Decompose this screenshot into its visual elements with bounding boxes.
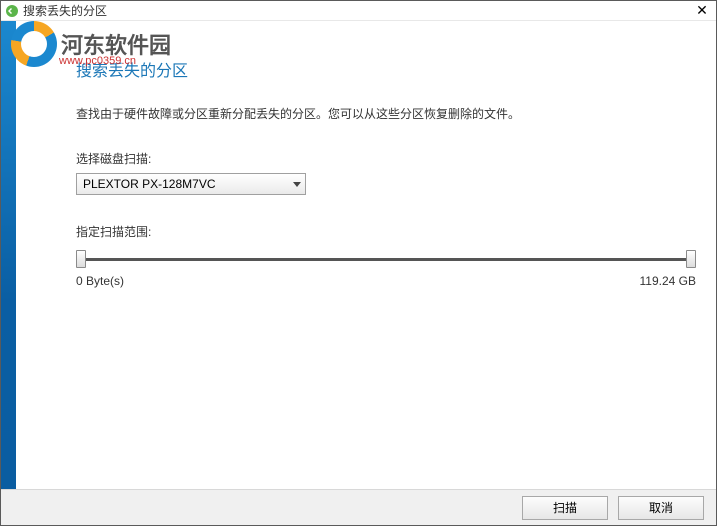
range-min: 0 Byte(s)	[76, 274, 124, 288]
scan-range-label: 指定扫描范围:	[76, 223, 696, 240]
dialog-footer: 扫描 取消	[1, 489, 716, 525]
range-max: 119.24 GB	[640, 274, 696, 288]
range-values: 0 Byte(s) 119.24 GB	[76, 274, 696, 288]
description-text: 查找由于硬件故障或分区重新分配丢失的分区。您可以从这些分区恢复删除的文件。	[76, 105, 696, 122]
disk-select-value: PLEXTOR PX-128M7VC	[83, 177, 216, 191]
cancel-button[interactable]: 取消	[618, 496, 704, 520]
close-button[interactable]: ✕	[692, 2, 712, 20]
close-icon: ✕	[696, 2, 708, 18]
disk-select-label: 选择磁盘扫描:	[76, 150, 696, 167]
slider-handle-end[interactable]	[686, 250, 696, 268]
disk-select[interactable]: PLEXTOR PX-128M7VC	[76, 173, 306, 195]
scan-range-slider[interactable]	[76, 250, 696, 270]
slider-track	[82, 258, 690, 261]
dialog-body: 河东软件园 www.pc0359.cn 搜索丢失的分区 查找由于硬件故障或分区重…	[1, 21, 716, 490]
content-area: 河东软件园 www.pc0359.cn 搜索丢失的分区 查找由于硬件故障或分区重…	[16, 21, 716, 490]
watermark-brand: 河东软件园	[61, 28, 171, 60]
app-icon	[5, 4, 19, 18]
watermark-logo-icon	[11, 21, 57, 67]
slider-handle-start[interactable]	[76, 250, 86, 268]
scan-button[interactable]: 扫描	[522, 496, 608, 520]
chevron-down-icon	[293, 182, 301, 187]
dialog-window: 搜索丢失的分区 ✕ 河东软件园 www.pc0359.cn 搜索丢失的分区 查找…	[0, 0, 717, 526]
window-title: 搜索丢失的分区	[23, 2, 692, 19]
page-title: 搜索丢失的分区	[76, 57, 696, 81]
sidebar-accent	[1, 21, 16, 490]
titlebar: 搜索丢失的分区 ✕	[1, 1, 716, 21]
